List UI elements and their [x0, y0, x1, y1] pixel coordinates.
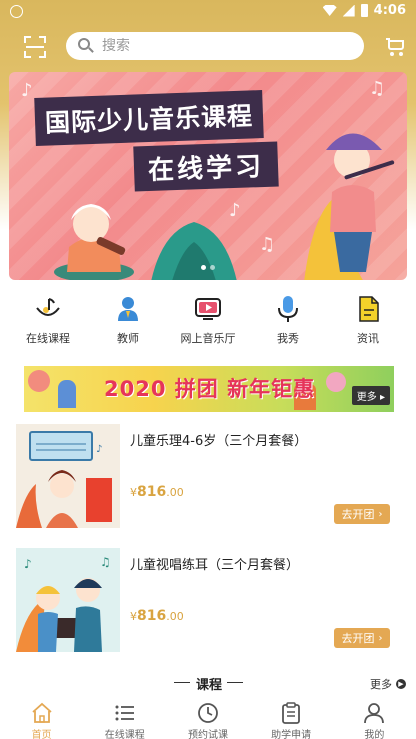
banner-subtitle: 在线学习	[133, 141, 279, 192]
promo-more-button[interactable]: 更多 ▸	[351, 386, 390, 405]
carousel-dot-active	[201, 265, 206, 270]
news-icon	[353, 294, 383, 324]
wifi-icon	[322, 5, 337, 16]
girl-flute-illustration	[304, 133, 395, 280]
microphone-icon	[273, 294, 303, 324]
tab-home[interactable]: 首页	[0, 696, 83, 739]
girl-violin-illustration	[54, 204, 134, 280]
quick-nav-news[interactable]: 资讯	[328, 290, 408, 350]
status-time: 4:06	[373, 3, 406, 18]
tab-online-courses[interactable]: 在线课程	[83, 696, 166, 739]
course-thumbnail: ♪ ♫	[16, 548, 120, 652]
course-item[interactable]: ♪ 儿童乐理4-6岁（三个月套餐） ¥816.00 去开团 ›	[16, 424, 396, 530]
course-price: ¥816.00	[130, 481, 184, 500]
svg-text:♪: ♪	[24, 557, 32, 571]
course-thumbnail: ♪	[16, 424, 120, 528]
kid-decoration	[28, 370, 50, 392]
price-currency: ¥	[130, 610, 137, 623]
quick-nav-online-courses[interactable]: 在线课程	[8, 290, 88, 350]
divider	[227, 682, 243, 683]
quick-nav-my-show[interactable]: 我秀	[248, 290, 328, 350]
search-bar[interactable]	[66, 32, 364, 60]
clipboard-icon	[280, 702, 302, 724]
course-section-header: 课程 更多 ▶	[0, 672, 416, 694]
battery-icon	[360, 4, 368, 17]
arrow-right-icon: ▶	[396, 679, 406, 689]
search-icon	[78, 38, 94, 54]
promo-more-label: 更多	[356, 392, 377, 403]
kid-decoration	[326, 372, 346, 392]
promo-text: 2020 拼团 新年钜惠	[104, 377, 316, 401]
tab-label: 在线课程	[104, 730, 145, 739]
home-icon	[31, 702, 53, 724]
section-title: 课程	[196, 678, 223, 693]
carousel-indicator	[201, 265, 215, 270]
chevron-right-icon: ›	[378, 632, 383, 644]
course-item[interactable]: ♪ ♫ 儿童视唱练耳（三个月套餐） ¥816.00 去开团 ›	[16, 548, 396, 654]
group-buy-label: 去开团	[341, 508, 375, 521]
carousel-dot	[210, 265, 215, 270]
price-currency: ¥	[130, 486, 137, 499]
quick-nav-label: 教师	[117, 332, 139, 345]
music-note-decoration: ♫	[369, 78, 386, 99]
price-decimal: .00	[166, 486, 184, 499]
price-integer: 816	[137, 484, 167, 500]
course-title: 儿童视唱练耳（三个月套餐）	[130, 558, 300, 573]
tab-profile[interactable]: 我的	[333, 696, 416, 739]
scan-icon[interactable]	[24, 36, 46, 58]
tab-label: 我的	[364, 730, 385, 739]
section-more-link[interactable]: 更多 ▶	[370, 676, 406, 692]
quick-nav-label: 在线课程	[26, 332, 70, 345]
search-input[interactable]	[102, 38, 342, 54]
music-note-decoration: ♫	[259, 234, 276, 255]
quick-nav-label: 网上音乐厅	[180, 332, 236, 345]
status-icons: 4:06	[322, 3, 406, 18]
chevron-right-icon: ›	[378, 508, 383, 520]
promo-banner[interactable]: 2020 拼团 新年钜惠 更多 ▸	[24, 366, 394, 412]
quick-nav-label: 资讯	[357, 332, 379, 345]
tab-label: 助学申请	[271, 730, 312, 739]
bottom-nav: 首页 在线课程 预约试课 助学申请 我的	[0, 696, 416, 739]
price-decimal: .00	[166, 610, 184, 623]
quick-nav: 在线课程 教师 网上音乐厅 我秀 资讯	[0, 290, 416, 350]
group-buy-label: 去开团	[341, 632, 375, 645]
plant-illustration	[151, 222, 237, 280]
music-note-decoration: ♪	[21, 80, 33, 101]
notification-icon	[10, 5, 23, 18]
group-buy-button[interactable]: 去开团 ›	[334, 628, 390, 648]
svg-text:♫: ♫	[100, 555, 111, 569]
status-bar: 4:06	[0, 0, 416, 24]
tab-book-trial[interactable]: 预约试课	[166, 696, 249, 739]
banner-carousel[interactable]: ♪ ♫ ♪ ♫ 国际少儿音乐课程 在线学习	[9, 72, 407, 280]
kid-decoration	[58, 380, 76, 408]
quick-nav-label: 我秀	[277, 332, 299, 345]
banner-title: 国际少儿音乐课程	[34, 90, 264, 146]
signal-icon	[342, 4, 355, 17]
list-icon	[114, 702, 136, 724]
video-play-icon	[193, 294, 223, 324]
clock-icon	[197, 702, 219, 724]
course-price: ¥816.00	[130, 605, 184, 624]
tab-label: 首页	[31, 730, 52, 739]
group-buy-button[interactable]: 去开团 ›	[334, 504, 390, 524]
section-more-label: 更多	[370, 678, 392, 691]
music-note-icon	[33, 294, 63, 324]
top-header	[0, 24, 416, 70]
cart-icon[interactable]	[386, 36, 406, 56]
quick-nav-teachers[interactable]: 教师	[88, 290, 168, 350]
quick-nav-concert-hall[interactable]: 网上音乐厅	[168, 290, 248, 350]
tab-label: 预约试课	[187, 730, 228, 739]
divider	[174, 682, 190, 683]
teacher-icon	[113, 294, 143, 324]
tab-financial-aid[interactable]: 助学申请	[250, 696, 333, 739]
price-integer: 816	[137, 608, 167, 624]
svg-text:♪: ♪	[96, 444, 102, 455]
course-title: 儿童乐理4-6岁（三个月套餐）	[130, 434, 308, 449]
user-icon	[363, 702, 385, 724]
